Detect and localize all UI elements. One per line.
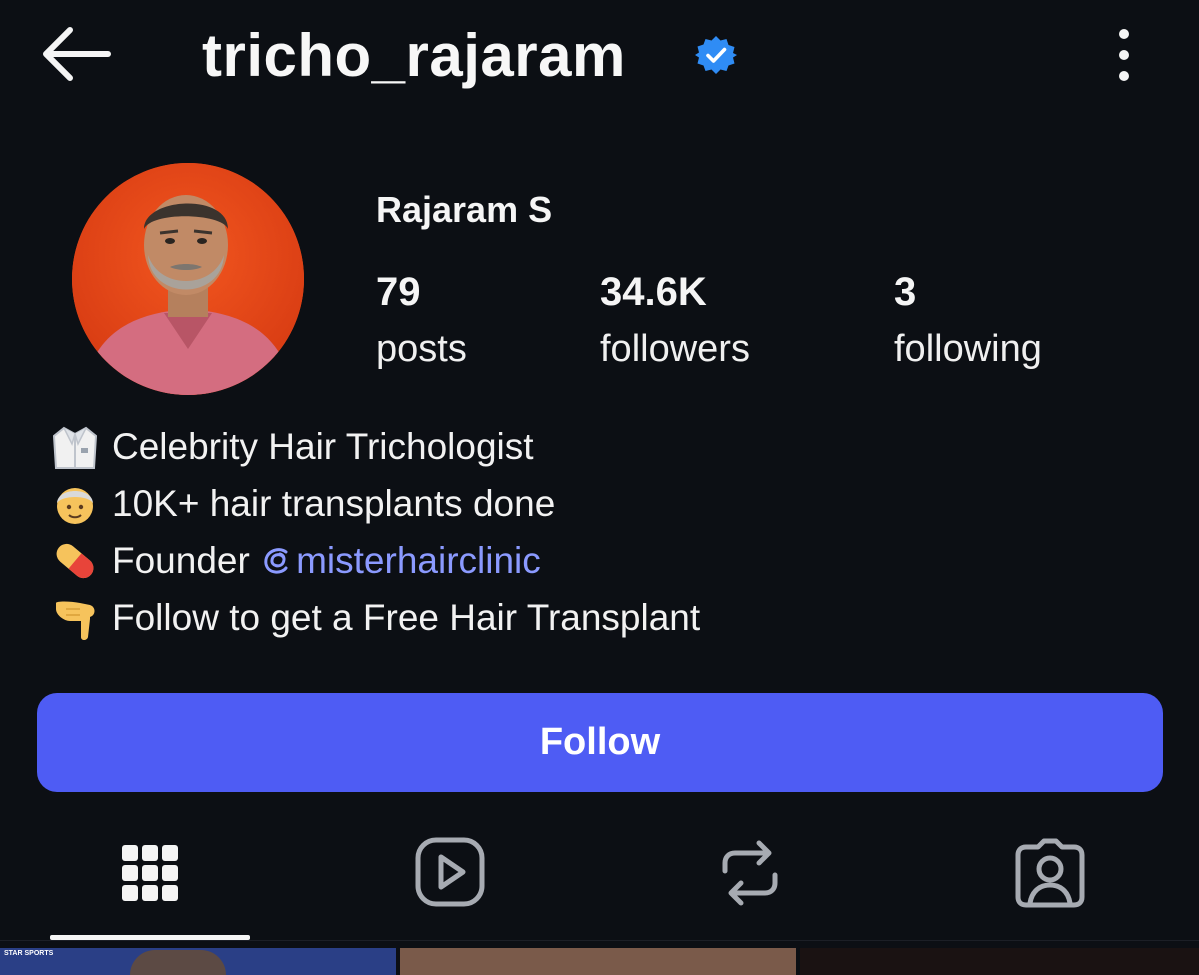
- bio-line: Follow to get a Free Hair Transplant: [48, 589, 700, 646]
- bio-text: 10K+ hair transplants done: [112, 483, 556, 524]
- arrow-left-icon[interactable]: [38, 24, 114, 84]
- lab-coat-emoji: [48, 420, 102, 474]
- stat-label: followers: [600, 328, 750, 370]
- post-thumbnail[interactable]: STAR SPORTS: [0, 948, 396, 975]
- reposts-icon: [722, 840, 777, 905]
- stat-value: 79: [376, 270, 421, 314]
- bio-line: Celebrity Hair Trichologist: [48, 418, 700, 475]
- bio-text: Celebrity Hair Trichologist: [112, 426, 534, 467]
- top-bar: tricho_rajaram: [0, 0, 1199, 118]
- reels-icon: [415, 837, 484, 906]
- stat-label: posts: [376, 328, 467, 370]
- stat-label: following: [894, 328, 1042, 370]
- bio-line: Founder misterhairclinic: [48, 532, 700, 589]
- verified-badge-icon: [695, 36, 737, 74]
- bio-mention-link[interactable]: misterhairclinic: [260, 532, 541, 589]
- stat-followers[interactable]: 34.6K followers: [600, 268, 750, 374]
- thumbnail-label: STAR SPORTS: [4, 950, 54, 957]
- avatar[interactable]: [72, 163, 304, 395]
- bio-line: 10K+ hair transplants done: [48, 475, 700, 532]
- posts-grid: STAR SPORTS: [0, 948, 1199, 975]
- stat-value: 34.6K: [600, 270, 707, 314]
- mention-handle: misterhairclinic: [296, 540, 541, 581]
- post-thumbnail[interactable]: [400, 948, 796, 975]
- grid-icon: [121, 844, 178, 901]
- tab-posts-grid[interactable]: [0, 800, 299, 945]
- bio-text: Follow to get a Free Hair Transplant: [112, 597, 701, 638]
- pill-emoji: [48, 534, 102, 588]
- profile-tabs: [0, 800, 1199, 945]
- pointing-down-emoji: [48, 591, 102, 645]
- tabs-divider: [0, 940, 1199, 941]
- profile-bio: Celebrity Hair Trichologist 10K+ hair tr…: [48, 418, 700, 646]
- tab-tagged[interactable]: [900, 800, 1199, 945]
- threads-icon: [264, 547, 288, 574]
- older-person-emoji: [48, 477, 102, 531]
- post-thumbnail[interactable]: [800, 948, 1199, 975]
- follow-button[interactable]: Follow: [37, 693, 1163, 792]
- display-name: Rajaram S: [376, 189, 553, 230]
- more-vertical-icon[interactable]: [1104, 26, 1144, 84]
- stat-posts[interactable]: 79 posts: [376, 268, 467, 374]
- stat-value: 3: [894, 270, 917, 314]
- tab-reels[interactable]: [300, 800, 599, 945]
- tab-reposts[interactable]: [600, 800, 899, 945]
- profile-username: tricho_rajaram: [202, 22, 626, 89]
- stat-following[interactable]: 3 following: [894, 268, 1042, 374]
- tagged-icon: [1015, 838, 1084, 907]
- profile-photo: [72, 163, 304, 395]
- bio-text: Founder: [112, 540, 261, 581]
